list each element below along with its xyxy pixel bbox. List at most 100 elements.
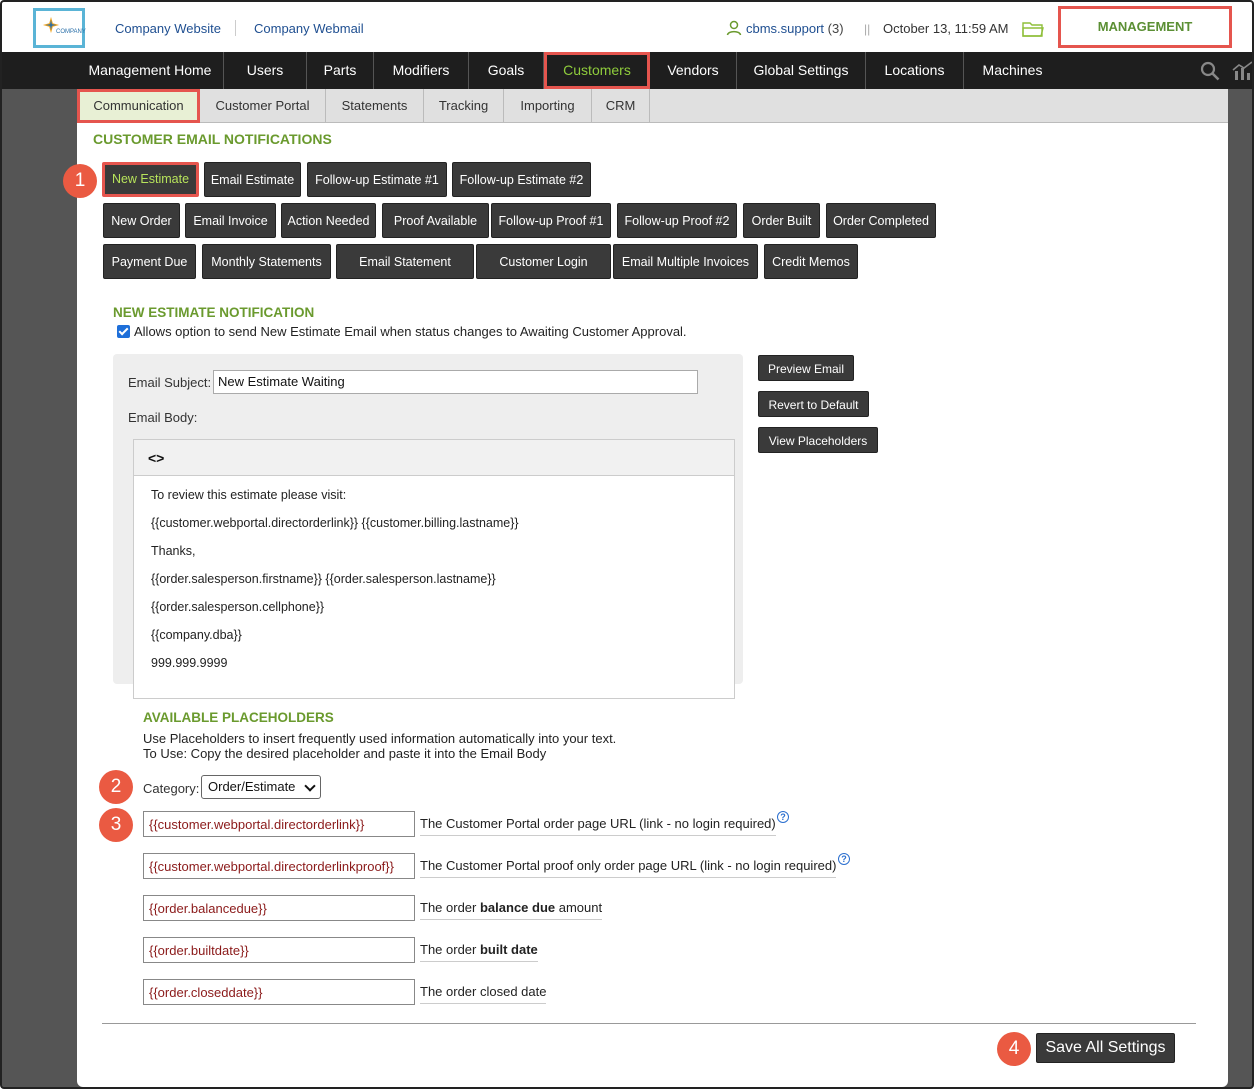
- proof-available-button[interactable]: Proof Available: [382, 203, 489, 238]
- callout-badge-4: 4: [997, 1032, 1031, 1066]
- top-bar: COMPANY Company Website Company Webmail …: [2, 2, 1252, 52]
- email-body-label: Email Body:: [128, 410, 198, 425]
- subtab-crm[interactable]: CRM: [592, 89, 650, 123]
- placeholder-code-field[interactable]: {{customer.webportal.directorderlink}}: [143, 811, 415, 837]
- nav-machines[interactable]: Machines: [964, 52, 1061, 89]
- placeholder-code-field[interactable]: {{customer.webportal.directorderlinkproo…: [143, 853, 415, 879]
- category-select[interactable]: Order/Estimate: [201, 775, 321, 799]
- company-website-link[interactable]: Company Website: [115, 21, 221, 36]
- send-option-row: Allows option to send New Estimate Email…: [117, 324, 687, 339]
- placeholder-code-field[interactable]: {{order.closeddate}}: [143, 979, 415, 1005]
- content-panel: Communication Customer Portal Statements…: [63, 89, 1228, 1087]
- body-line: Thanks,: [151, 544, 196, 558]
- placeholder-description: The Customer Portal proof only order pag…: [420, 858, 837, 878]
- callout-badge-1: 1: [63, 164, 97, 198]
- new-estimate-button[interactable]: New Estimate: [102, 162, 199, 197]
- category-label: Category:: [143, 781, 200, 796]
- company-webmail-link[interactable]: Company Webmail: [254, 21, 364, 36]
- management-button[interactable]: MANAGEMENT: [1058, 6, 1232, 48]
- body-line: {{order.salesperson.cellphone}}: [151, 600, 325, 614]
- body-line: 999.999.9999: [151, 656, 228, 670]
- nav-global-settings[interactable]: Global Settings: [737, 52, 866, 89]
- nav-locations[interactable]: Locations: [866, 52, 964, 89]
- body-line: {{customer.webportal.directorderlink}} {…: [151, 516, 519, 530]
- follow-up-estimate-1-button[interactable]: Follow-up Estimate #1: [307, 162, 447, 197]
- new-order-button[interactable]: New Order: [103, 203, 180, 238]
- email-subject-label: Email Subject:: [128, 375, 212, 390]
- nav-customers[interactable]: Customers: [544, 52, 650, 89]
- body-line: {{order.salesperson.firstname}} {{order.…: [151, 572, 496, 586]
- email-editor-panel: Email Subject: New Estimate Waiting Emai…: [113, 354, 743, 699]
- placeholder-code-field[interactable]: {{order.builtdate}}: [143, 937, 415, 963]
- send-option-checkbox[interactable]: [117, 325, 130, 338]
- subtab-statements[interactable]: Statements: [326, 89, 424, 123]
- category-selected-value: Order/Estimate: [208, 779, 296, 794]
- help-icon[interactable]: ?: [777, 811, 789, 823]
- follow-up-proof-2-button[interactable]: Follow-up Proof #2: [617, 203, 737, 238]
- payment-due-button[interactable]: Payment Due: [103, 244, 196, 279]
- date-divider: ||: [864, 22, 871, 36]
- placeholders-title: AVAILABLE PLACEHOLDERS: [143, 710, 334, 725]
- help-icon[interactable]: ?: [838, 853, 850, 865]
- user-icon: [726, 20, 742, 36]
- save-all-settings-button[interactable]: Save All Settings: [1036, 1033, 1175, 1063]
- search-icon[interactable]: [1200, 61, 1220, 81]
- placeholder-description: The order built date: [420, 942, 538, 962]
- nav-goals[interactable]: Goals: [469, 52, 544, 89]
- nav-users[interactable]: Users: [224, 52, 307, 89]
- current-datetime: October 13, 11:59 AM: [883, 21, 1009, 36]
- order-completed-button[interactable]: Order Completed: [826, 203, 936, 238]
- reports-chart-icon[interactable]: [1232, 61, 1254, 81]
- user-name: cbms.support: [746, 21, 825, 36]
- company-logo[interactable]: COMPANY: [33, 8, 86, 48]
- nav-management-home[interactable]: Management Home: [77, 52, 224, 89]
- editor-toolbar: <>: [134, 440, 734, 476]
- send-option-label: Allows option to send New Estimate Email…: [134, 324, 687, 339]
- placeholder-description: The Customer Portal order page URL (link…: [420, 816, 776, 836]
- placeholder-description: The order balance due amount: [420, 900, 603, 920]
- customer-login-button[interactable]: Customer Login: [476, 244, 611, 279]
- placeholders-desc-2: To Use: Copy the desired placeholder and…: [143, 746, 547, 761]
- email-statement-button[interactable]: Email Statement: [336, 244, 474, 279]
- view-placeholders-button[interactable]: View Placeholders: [758, 427, 878, 453]
- notification-title: NEW ESTIMATE NOTIFICATION: [113, 305, 315, 320]
- email-invoice-button[interactable]: Email Invoice: [185, 203, 276, 238]
- body-line: To review this estimate please visit:: [151, 488, 347, 502]
- body-line: {{company.dba}}: [151, 628, 242, 642]
- user-count: (3): [827, 21, 844, 36]
- email-multiple-invoices-button[interactable]: Email Multiple Invoices: [613, 244, 758, 279]
- action-needed-button[interactable]: Action Needed: [281, 203, 376, 238]
- placeholder-code-field[interactable]: {{order.balancedue}}: [143, 895, 415, 921]
- subtab-importing[interactable]: Importing: [504, 89, 592, 123]
- subtab-tracking[interactable]: Tracking: [424, 89, 504, 123]
- placeholder-description: The order closed date: [420, 984, 547, 1004]
- revert-to-default-button[interactable]: Revert to Default: [758, 391, 869, 417]
- section-title: CUSTOMER EMAIL NOTIFICATIONS: [93, 131, 332, 147]
- nav-vendors[interactable]: Vendors: [650, 52, 737, 89]
- link-divider: [235, 20, 236, 36]
- user-account-link[interactable]: cbms.support (3): [746, 21, 844, 36]
- main-nav: Management Home Users Parts Modifiers Go…: [2, 52, 1252, 89]
- app-frame: COMPANY Company Website Company Webmail …: [0, 0, 1254, 1089]
- subtab-customer-portal[interactable]: Customer Portal: [200, 89, 326, 123]
- monthly-statements-button[interactable]: Monthly Statements: [202, 244, 331, 279]
- nav-modifiers[interactable]: Modifiers: [374, 52, 469, 89]
- sub-nav: Communication Customer Portal Statements…: [77, 89, 1228, 123]
- logo-text: COMPANY: [56, 29, 86, 35]
- footer-divider: [102, 1023, 1196, 1024]
- follow-up-proof-1-button[interactable]: Follow-up Proof #1: [491, 203, 611, 238]
- email-body-editor[interactable]: <> To review this estimate please visit:…: [133, 439, 735, 699]
- email-estimate-button[interactable]: Email Estimate: [204, 162, 301, 197]
- preview-email-button[interactable]: Preview Email: [758, 355, 854, 381]
- placeholders-desc-1: Use Placeholders to insert frequently us…: [143, 731, 617, 746]
- subtab-communication[interactable]: Communication: [77, 89, 200, 123]
- email-subject-input[interactable]: New Estimate Waiting: [213, 370, 698, 394]
- credit-memos-button[interactable]: Credit Memos: [764, 244, 858, 279]
- folder-icon[interactable]: [1022, 20, 1044, 38]
- callout-badge-3: 3: [99, 808, 133, 842]
- follow-up-estimate-2-button[interactable]: Follow-up Estimate #2: [452, 162, 591, 197]
- nav-parts[interactable]: Parts: [307, 52, 374, 89]
- chevron-down-icon: [304, 780, 316, 792]
- code-view-icon[interactable]: <>: [148, 450, 164, 466]
- order-built-button[interactable]: Order Built: [743, 203, 820, 238]
